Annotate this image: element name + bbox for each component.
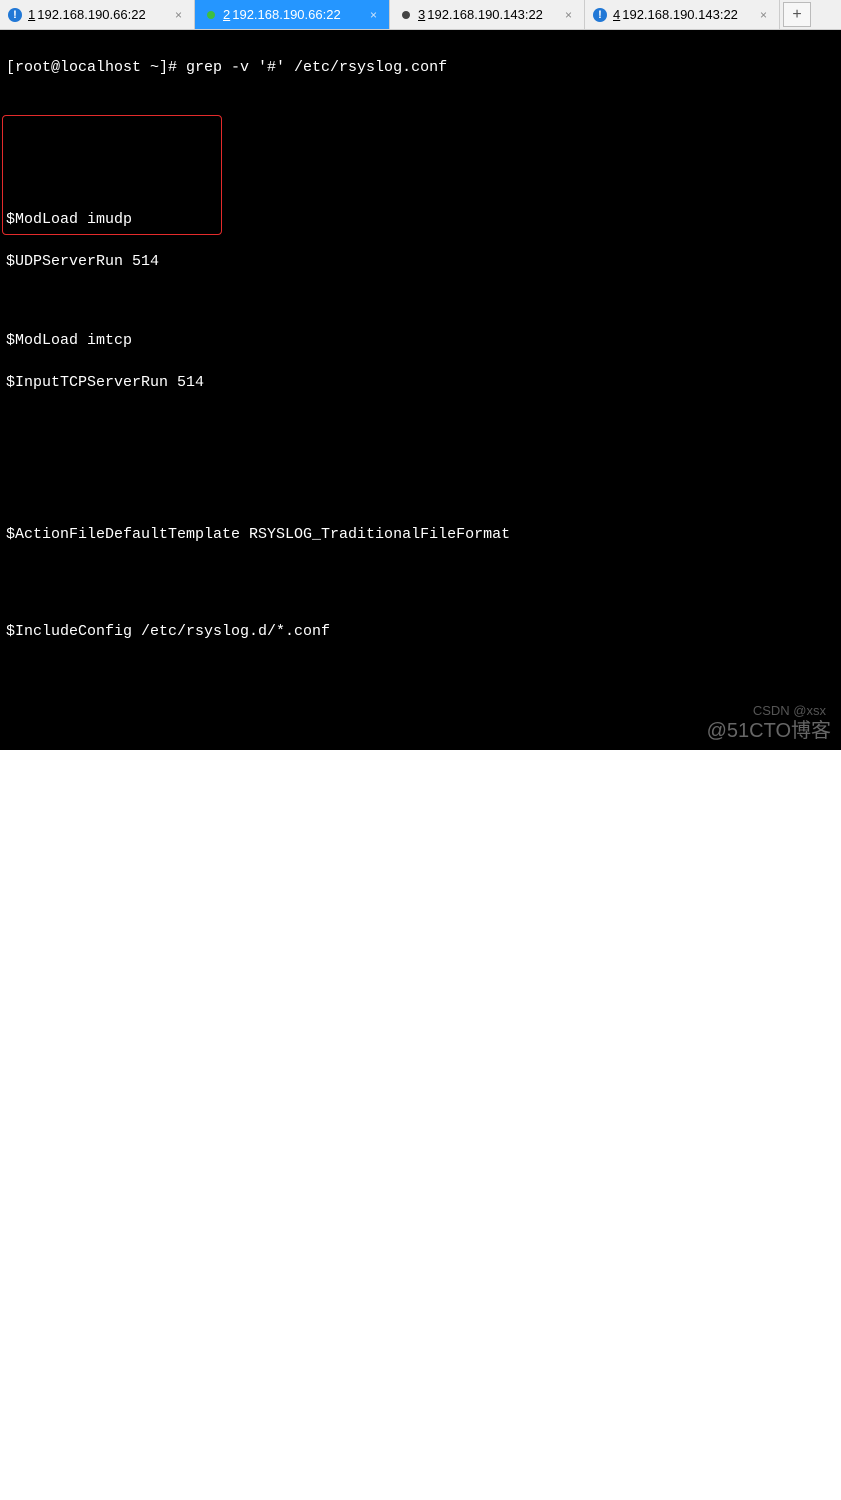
blank — [6, 1107, 835, 1123]
rules-table: uucp,news.crit/var/log/spooler — [6, 1223, 835, 1244]
config-line: $IncludeConfig /etc/rsyslog.d/*.conf — [6, 621, 835, 642]
rule-action: -/var/log/maillog — [516, 968, 835, 989]
rule-selector: *.emerg — [6, 1144, 516, 1165]
alert-icon: ! — [593, 8, 607, 22]
rule-row: cron.*/var/log/cron — [6, 1065, 835, 1086]
close-icon[interactable]: × — [366, 8, 381, 22]
rule-action: /var/log/messages — [516, 810, 835, 831]
tab-3[interactable]: 3 192.168.190.143:22 × — [390, 0, 585, 29]
status-dot-icon — [402, 11, 410, 19]
prompt-line-bottom: [root@localhost ~]# — [6, 1399, 835, 1420]
blank — [6, 469, 835, 503]
rules-table: authpriv.*/var/log/secure — [6, 889, 835, 910]
blank — [6, 566, 835, 600]
tab-number: 2 — [223, 7, 230, 22]
tab-label-text: 192.168.190.143:22 — [622, 7, 738, 22]
config-line: $ModLoad imtcp — [6, 330, 835, 351]
blank — [6, 99, 835, 133]
tab-number: 1 — [28, 7, 35, 22]
rule-selector: authpriv.* — [6, 889, 516, 910]
rule-selector: *.info;mail.none;authpriv.none;cron.none — [6, 810, 516, 831]
status-dot-icon — [207, 11, 215, 19]
tab-1[interactable]: ! 1 192.168.190.66:22 × — [0, 0, 195, 29]
rule-row: local7.*/var/log/boot.log — [6, 1302, 835, 1323]
rule-row: authpriv.*/var/log/secure — [6, 889, 835, 910]
blank — [6, 154, 835, 188]
close-icon[interactable]: × — [756, 8, 771, 22]
blank — [6, 414, 835, 448]
rules-table: cron.*/var/log/cron — [6, 1065, 835, 1086]
watermark: @51CTO博客 — [707, 717, 831, 745]
tab-number: 4 — [613, 7, 620, 22]
tab-number: 3 — [418, 7, 425, 22]
blank — [6, 852, 835, 868]
tab-2[interactable]: 2 192.168.190.66:22 × — [195, 0, 390, 29]
blank — [6, 1186, 835, 1202]
rule-action: /var/log/secure — [516, 889, 835, 910]
blank — [6, 931, 835, 947]
rules-table: *.emerg* — [6, 1144, 835, 1165]
blank — [6, 663, 835, 697]
blank — [6, 1265, 835, 1281]
tab-label-text: 192.168.190.66:22 — [232, 7, 340, 22]
rules-table: mail.*-/var/log/maillog — [6, 968, 835, 989]
rules-table: *.info;mail.none;authpriv.none;cron.none… — [6, 810, 835, 831]
rule-selector: local7.* — [6, 1302, 516, 1323]
rule-row: *.info;mail.none;authpriv.none;cron.none… — [6, 810, 835, 831]
tab-bar: ! 1 192.168.190.66:22 × 2 192.168.190.66… — [0, 0, 841, 30]
blank — [6, 1344, 835, 1378]
close-icon[interactable]: × — [561, 8, 576, 22]
rule-action: /var/log/boot.log — [516, 1302, 835, 1323]
rule-selector: cron.* — [6, 1065, 516, 1086]
close-icon[interactable]: × — [171, 8, 186, 22]
rule-row: uucp,news.crit/var/log/spooler — [6, 1223, 835, 1244]
prompt-line: [root@localhost ~]# grep -v '#' /etc/rsy… — [6, 57, 835, 78]
rule-row: *.emerg* — [6, 1144, 835, 1165]
tab-label-text: 192.168.190.66:22 — [37, 7, 145, 22]
add-tab-button[interactable]: + — [783, 2, 811, 27]
rule-selector: mail.* — [6, 968, 516, 989]
rule-selector: uucp,news.crit — [6, 1223, 516, 1244]
terminal-pane[interactable]: [root@localhost ~]# grep -v '#' /etc/rsy… — [0, 30, 841, 750]
blank — [6, 293, 835, 309]
blank — [6, 773, 835, 789]
tab-4[interactable]: ! 4 192.168.190.143:22 × — [585, 0, 780, 29]
rule-row: mail.*-/var/log/maillog — [6, 968, 835, 989]
config-line: $UDPServerRun 514 — [6, 251, 835, 272]
blank — [6, 1010, 835, 1044]
config-line: $InputTCPServerRun 514 — [6, 372, 835, 393]
rule-action: /var/log/spooler — [516, 1223, 835, 1244]
config-line: $ModLoad imudp — [6, 209, 835, 230]
rules-table: local7.*/var/log/boot.log — [6, 1302, 835, 1323]
rule-action: /var/log/cron — [516, 1065, 835, 1086]
alert-icon: ! — [8, 8, 22, 22]
tab-label-text: 192.168.190.143:22 — [427, 7, 543, 22]
config-line: $ActionFileDefaultTemplate RSYSLOG_Tradi… — [6, 524, 835, 545]
rule-action: * — [516, 1144, 835, 1165]
